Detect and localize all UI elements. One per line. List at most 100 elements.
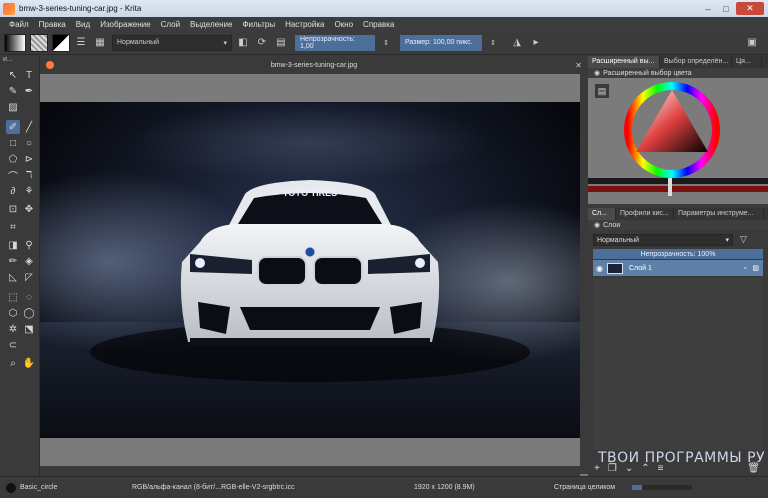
freehand-brush-tool-icon[interactable]: ✐ <box>6 120 20 134</box>
crop-tool-icon[interactable]: ⌗ <box>6 220 20 234</box>
chevron-down-icon: ▾ <box>223 39 227 47</box>
menu-filters[interactable]: Фильтры <box>237 20 280 29</box>
zoom-slider-fill <box>632 485 642 490</box>
gradient-swatch[interactable] <box>4 33 26 52</box>
edit-shapes-tool-icon[interactable]: ✎ <box>6 84 20 98</box>
menu-select[interactable]: Выделение <box>185 20 237 29</box>
color-settings-icon[interactable]: ▤ <box>595 84 609 98</box>
filter-icon[interactable]: ▽ <box>740 234 747 245</box>
color-selector-area[interactable]: ▤ <box>588 78 768 204</box>
zoom-slider[interactable] <box>632 485 692 490</box>
lock-icon[interactable]: ▫ <box>744 265 746 272</box>
ellipse-select-tool-icon[interactable]: ◌ <box>22 290 36 304</box>
tab-layers[interactable]: Сл... <box>588 208 616 220</box>
menu-file[interactable]: Файл <box>4 20 34 29</box>
eraser-mode-icon[interactable]: ◧ <box>235 35 251 51</box>
layer-thumbnail <box>606 262 623 274</box>
layers-blend-select[interactable]: Нормальный ▾ <box>593 234 733 246</box>
layers-title: ◉ Слои <box>588 220 768 230</box>
canvas-area[interactable]: bmw-3-series-tuning-car.jpg ✕ TOYO TIRES <box>40 56 588 476</box>
maximize-button[interactable]: □ <box>718 2 734 15</box>
similar-select-tool-icon[interactable]: ⬔ <box>22 322 36 336</box>
line-tool-icon[interactable]: ╱ <box>22 120 36 134</box>
tab-advanced-color-selector[interactable]: Расширенный вы... <box>588 56 660 68</box>
size-spin-icon[interactable]: ⇕ <box>485 35 501 51</box>
colorize-mask-tool-icon[interactable]: ✏ <box>6 254 20 268</box>
edit-brush-settings-icon[interactable]: ☰ <box>73 35 89 51</box>
preserve-alpha-icon[interactable]: ▤ <box>273 35 289 51</box>
rect-select-tool-icon[interactable]: ⬚ <box>6 290 20 304</box>
menu-window[interactable]: Окно <box>329 20 358 29</box>
close-button[interactable]: ✕ <box>736 2 764 15</box>
menu-layer[interactable]: Слой <box>156 20 185 29</box>
tab-brush-presets[interactable]: Профили кис... <box>616 208 674 220</box>
transform-tool-icon[interactable]: ⊡ <box>6 202 20 216</box>
ellipse-tool-icon[interactable]: ○ <box>22 136 36 150</box>
freehand-select-tool-icon[interactable]: ◯ <box>22 306 36 320</box>
pattern-swatch[interactable] <box>30 33 48 52</box>
opacity-slider[interactable]: Непрозрачность: 1,00 <box>295 34 375 51</box>
layers-blend-value: Нормальный <box>597 236 640 244</box>
select-shapes-tool-icon[interactable]: ↖ <box>6 68 20 82</box>
opacity-spin-icon[interactable]: ⇕ <box>378 35 394 51</box>
move-tool-icon[interactable]: ✥ <box>22 202 36 216</box>
polygon-select-tool-icon[interactable]: ⬡ <box>6 306 20 320</box>
car-photo[interactable]: TOYO TIRES <box>40 102 580 438</box>
polyline-tool-icon[interactable]: ⊳ <box>22 152 36 166</box>
zoom-tool-icon[interactable]: ⌕ <box>6 356 20 370</box>
document-icon <box>46 61 54 69</box>
fg-bg-color-swatch[interactable] <box>52 33 70 52</box>
brush-presets-icon[interactable]: ▦ <box>92 35 108 51</box>
tab-tool-options[interactable]: Параметры инструме... <box>674 208 764 220</box>
calligraphy-tool-icon[interactable]: ✒ <box>22 84 36 98</box>
mirror-vertical-icon[interactable]: ▸ <box>528 35 544 51</box>
fill-tool-icon[interactable]: ◈ <box>22 254 36 268</box>
color-wheel[interactable] <box>588 78 768 204</box>
menu-edit[interactable]: Правка <box>34 20 71 29</box>
menu-help[interactable]: Справка <box>358 20 399 29</box>
dynamic-brush-tool-icon[interactable]: ∂ <box>6 184 20 198</box>
canvas-margin <box>40 74 580 102</box>
alpha-lock-icon[interactable]: ▨ <box>752 264 759 272</box>
tab-specific-color-selector[interactable]: Выбор определён... <box>660 56 732 68</box>
document-tab[interactable]: bmw-3-series-tuning-car.jpg ✕ <box>40 56 588 74</box>
menu-settings[interactable]: Настройка <box>280 20 329 29</box>
freehand-path-tool-icon[interactable]: ℸ <box>22 168 36 182</box>
contiguous-select-tool-icon[interactable]: ✲ <box>6 322 20 336</box>
pan-tool-icon[interactable]: ✋ <box>22 356 36 370</box>
tab-palette[interactable]: Ця... <box>732 56 762 68</box>
layer-name[interactable]: Слой 1 <box>629 265 744 272</box>
menu-view[interactable]: Вид <box>71 20 95 29</box>
blend-mode-select[interactable]: Нормальный ▾ <box>112 34 232 51</box>
layers-opacity-slider[interactable]: Непрозрачность: 100% <box>593 249 763 259</box>
multibrush-tool-icon[interactable]: ⚘ <box>22 184 36 198</box>
brush-preview-icon <box>6 482 16 493</box>
watermark: ТВОИ ПРОГРАММЫ РУ <box>598 450 766 466</box>
text-tool-icon[interactable]: T <box>22 68 36 82</box>
menu-image[interactable]: Изображение <box>95 20 155 29</box>
layer-row[interactable]: ◉ Слой 1 ▫ ▨ <box>593 260 763 276</box>
mirror-horizontal-icon[interactable]: ◮ <box>509 35 525 51</box>
bezier-select-tool-icon[interactable]: ⊂ <box>6 338 20 352</box>
right-docker-panel: Расширенный вы... Выбор определён... Ця.… <box>588 56 768 476</box>
minimize-button[interactable]: – <box>700 2 716 15</box>
close-document-icon[interactable]: ✕ <box>575 61 582 70</box>
horizontal-scrollbar[interactable] <box>40 466 580 476</box>
gradient-tool-icon[interactable]: ◨ <box>6 238 20 252</box>
layers-docker-icon: ◉ <box>594 222 601 229</box>
pattern-tool-icon[interactable]: ▨ <box>6 100 20 114</box>
rectangle-tool-icon[interactable]: □ <box>6 136 20 150</box>
bezier-tool-icon[interactable]: ⌒ <box>6 168 20 183</box>
eye-icon[interactable]: ◉ <box>596 264 603 273</box>
assistant-tool-icon[interactable]: ◺ <box>6 270 20 284</box>
reload-preset-icon[interactable]: ⟳ <box>254 35 270 51</box>
chevron-down-icon: ▾ <box>725 237 729 244</box>
size-slider[interactable]: Размер: 100,00 пикс. <box>400 34 482 51</box>
polygon-tool-icon[interactable]: ⬠ <box>6 152 20 166</box>
vertical-scrollbar[interactable] <box>580 74 588 474</box>
menu-bar: Файл Правка Вид Изображение Слой Выделен… <box>0 17 768 31</box>
zoom-mode[interactable]: Страница целиком <box>554 484 624 491</box>
workspaces-icon[interactable]: ▣ <box>744 35 760 51</box>
color-picker-tool-icon[interactable]: ⚲ <box>22 238 36 252</box>
measure-tool-icon[interactable]: ◸ <box>22 270 36 284</box>
